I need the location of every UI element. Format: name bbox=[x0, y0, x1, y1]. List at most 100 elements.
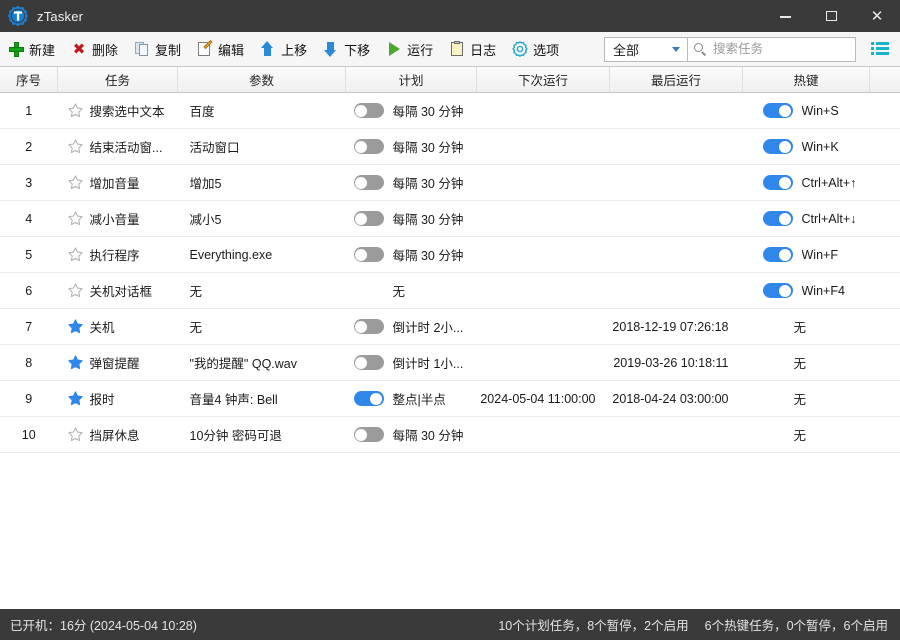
plus-icon bbox=[8, 41, 24, 57]
task-table-container[interactable]: 序号 任务 参数 计划 下次运行 最后运行 热键 1 搜索选中文本 百度 每隔 30 … bbox=[0, 67, 900, 609]
table-row[interactable]: 5 执行程序 Everything.exe 每隔 30 分钟 Win+F bbox=[0, 236, 900, 273]
task-counts: 10个计划任务，8个暂停，2个启用 6个热键任务，0个暂停，6个启用 bbox=[498, 615, 900, 634]
plan-label: 每隔 30 分钟 bbox=[392, 429, 464, 443]
list-view-icon bbox=[871, 42, 889, 56]
new-task-label: 新建 bbox=[29, 42, 56, 58]
row-toggle[interactable] bbox=[762, 103, 793, 118]
arrow-down-icon bbox=[323, 41, 339, 57]
favorite-star-icon[interactable] bbox=[67, 103, 83, 118]
cell-param: 百度 bbox=[177, 92, 346, 129]
table-row[interactable]: 7 关机 无 倒计时 2小... 2018-12-19 07:26:18 无 bbox=[0, 308, 900, 345]
row-toggle[interactable] bbox=[353, 355, 384, 370]
options-button[interactable]: 选项 bbox=[504, 32, 567, 66]
toggle-knob bbox=[370, 392, 382, 405]
table-row[interactable]: 1 搜索选中文本 百度 每隔 30 分钟 Win+S bbox=[0, 92, 900, 129]
row-toggle[interactable] bbox=[762, 211, 793, 226]
hotkey-label: Win+S bbox=[801, 103, 839, 118]
move-up-button[interactable]: 上移 bbox=[252, 32, 315, 66]
row-toggle[interactable] bbox=[762, 247, 793, 262]
table-row[interactable]: 6 关机对话框 无 无 Win+F4 bbox=[0, 272, 900, 309]
favorite-star-icon[interactable] bbox=[67, 391, 83, 406]
filter-dropdown[interactable]: 全部 bbox=[604, 36, 688, 62]
cell-hotkey: Win+K bbox=[742, 128, 870, 165]
maximize-button[interactable] bbox=[808, 0, 854, 32]
favorite-star-icon[interactable] bbox=[67, 283, 83, 298]
plan-label: 每隔 30 分钟 bbox=[392, 105, 464, 119]
cell-param: 增加5 bbox=[177, 164, 346, 201]
ztasker-window: zTasker ✕ 新建 ✖ 删除 复制 编辑 上移 下移 运行 日志 选项 全… bbox=[0, 0, 900, 640]
cell-task: 弹窗提醒 bbox=[57, 344, 178, 381]
hotkey-task-summary: 6个热键任务，0个暂停，6个启用 bbox=[704, 619, 888, 633]
row-toggle[interactable] bbox=[353, 175, 384, 190]
cell-task: 执行程序 bbox=[57, 236, 178, 273]
table-row[interactable]: 10 挡屏休息 10分钟 密码可退 每隔 30 分钟 无 bbox=[0, 416, 900, 453]
task-name-label: 减小音量 bbox=[89, 213, 140, 227]
table-row[interactable]: 2 结束活动窗... 活动窗口 每隔 30 分钟 Win+K bbox=[0, 128, 900, 165]
column-header-index[interactable]: 序号 bbox=[0, 67, 58, 93]
favorite-star-icon[interactable] bbox=[67, 355, 83, 370]
row-toggle[interactable] bbox=[353, 103, 384, 118]
close-icon: ✕ bbox=[870, 6, 884, 25]
close-button[interactable]: ✕ bbox=[854, 0, 900, 32]
move-up-label: 上移 bbox=[281, 42, 308, 58]
column-header-task[interactable]: 任务 bbox=[57, 67, 178, 93]
row-toggle[interactable] bbox=[353, 319, 384, 334]
favorite-star-icon[interactable] bbox=[67, 211, 83, 226]
new-task-button[interactable]: 新建 bbox=[0, 32, 63, 66]
row-toggle[interactable] bbox=[762, 283, 793, 298]
row-toggle[interactable] bbox=[353, 247, 384, 262]
favorite-star-icon[interactable] bbox=[67, 247, 83, 262]
task-name-label: 执行程序 bbox=[89, 249, 140, 263]
cell-last-run bbox=[609, 92, 743, 129]
column-header-last-run[interactable]: 最后运行 bbox=[609, 67, 743, 93]
cell-index: 2 bbox=[0, 128, 58, 165]
search-box[interactable] bbox=[688, 36, 874, 62]
cell-last-run bbox=[609, 236, 743, 273]
cell-param: "我的提醒" QQ.wav bbox=[177, 344, 346, 381]
table-row[interactable]: 3 增加音量 增加5 每隔 30 分钟 Ctrl+Alt+↑ bbox=[0, 164, 900, 201]
hotkey-label: 无 bbox=[793, 393, 807, 407]
row-toggle[interactable] bbox=[353, 427, 384, 442]
row-toggle[interactable] bbox=[353, 211, 384, 226]
favorite-star-icon[interactable] bbox=[67, 175, 83, 190]
search-input[interactable] bbox=[713, 42, 874, 56]
view-mode-button[interactable] bbox=[860, 32, 900, 66]
column-header-plan[interactable]: 计划 bbox=[345, 67, 477, 93]
run-task-button[interactable]: 运行 bbox=[378, 32, 441, 66]
toggle-knob bbox=[355, 320, 367, 333]
log-button[interactable]: 日志 bbox=[441, 32, 504, 66]
cell-hotkey: Win+S bbox=[742, 92, 870, 129]
move-down-button[interactable]: 下移 bbox=[315, 32, 378, 66]
cell-task: 减小音量 bbox=[57, 200, 178, 237]
favorite-star-icon[interactable] bbox=[67, 427, 83, 442]
row-toggle[interactable] bbox=[762, 175, 793, 190]
table-row[interactable]: 9 报时 音量4 钟声: Bell 整点|半点 2024-05-04 11:00:00 2… bbox=[0, 380, 900, 417]
edit-task-button[interactable]: 编辑 bbox=[189, 32, 252, 66]
row-toggle[interactable] bbox=[353, 139, 384, 154]
cell-hotkey: Ctrl+Alt+↑ bbox=[742, 164, 870, 201]
column-header-hotkey[interactable]: 热键 bbox=[742, 67, 870, 93]
cell-next-run bbox=[476, 200, 610, 237]
column-header-next-run[interactable]: 下次运行 bbox=[476, 67, 610, 93]
table-row[interactable]: 8 弹窗提醒 "我的提醒" QQ.wav 倒计时 1小... 2019-03-26 10… bbox=[0, 344, 900, 381]
toggle-knob bbox=[779, 140, 791, 153]
copy-task-label: 复制 bbox=[155, 42, 182, 58]
minimize-button[interactable] bbox=[762, 0, 808, 32]
row-toggle[interactable] bbox=[762, 139, 793, 154]
hotkey-label: Win+F4 bbox=[801, 283, 845, 298]
copy-icon bbox=[134, 41, 150, 57]
column-header-param[interactable]: 参数 bbox=[177, 67, 346, 93]
copy-task-button[interactable]: 复制 bbox=[126, 32, 189, 66]
move-down-label: 下移 bbox=[344, 42, 371, 58]
favorite-star-icon[interactable] bbox=[67, 319, 83, 334]
cell-param: 减小5 bbox=[177, 200, 346, 237]
favorite-star-icon[interactable] bbox=[67, 139, 83, 154]
cell-next-run bbox=[476, 308, 610, 345]
toggle-knob bbox=[355, 140, 367, 153]
row-toggle[interactable] bbox=[353, 391, 384, 406]
cell-pad bbox=[869, 308, 900, 345]
delete-task-button[interactable]: ✖ 删除 bbox=[63, 32, 126, 66]
table-row[interactable]: 4 减小音量 减小5 每隔 30 分钟 Ctrl+Alt+↓ bbox=[0, 200, 900, 237]
cell-next-run bbox=[476, 272, 610, 309]
toggle-knob bbox=[355, 212, 367, 225]
